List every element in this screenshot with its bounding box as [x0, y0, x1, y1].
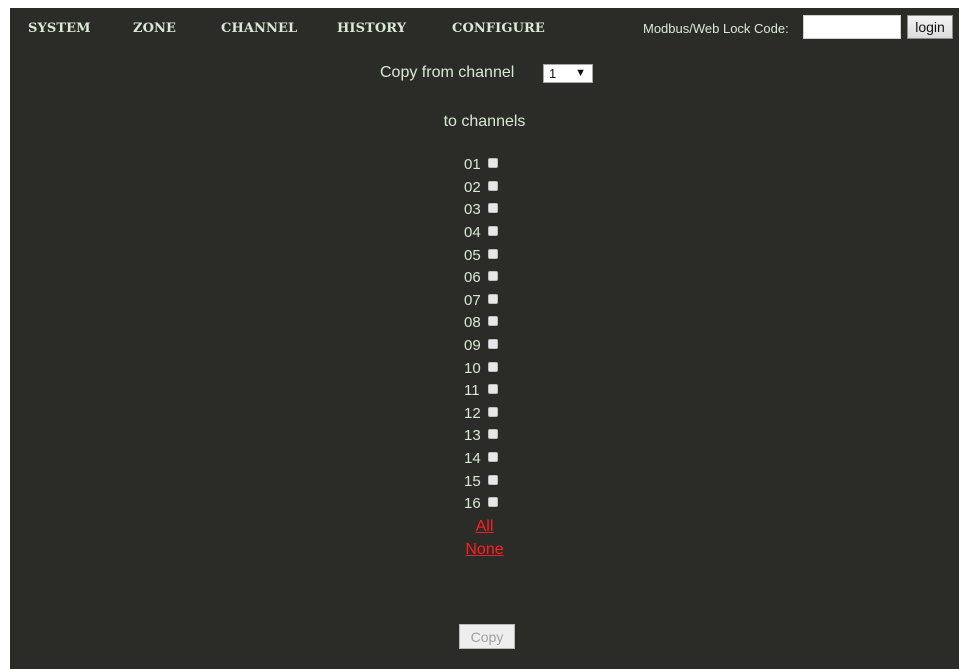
channel-row-12: 12 — [464, 403, 498, 426]
to-channels-label: to channels — [443, 113, 526, 130]
channel-number: 14 — [464, 450, 481, 468]
copy-button[interactable]: Copy — [459, 624, 515, 649]
channel-number: 02 — [464, 178, 481, 196]
channel-number: 04 — [464, 224, 481, 242]
nav-item-system[interactable]: SYSTEM — [28, 21, 91, 36]
channel-checkbox[interactable] — [488, 361, 498, 372]
channel-row-04: 04 — [464, 222, 498, 245]
channel-checkbox[interactable] — [488, 406, 498, 417]
copy-from-channel-select[interactable]: 1 ▼ — [543, 64, 593, 83]
channel-row-15: 15 — [464, 470, 498, 493]
channel-checkbox[interactable] — [488, 203, 498, 214]
channel-number: 07 — [464, 291, 481, 309]
channel-row-03: 03 — [464, 199, 498, 222]
channel-number: 16 — [464, 495, 481, 513]
channel-checkbox-list: 01 02 03 04 05 06 07 08 09 10 11 12 13 1… — [464, 154, 498, 516]
channel-checkbox[interactable] — [488, 226, 498, 237]
channel-number: 11 — [464, 382, 480, 400]
copy-from-label: Copy from channel — [380, 64, 515, 81]
channel-checkbox[interactable] — [488, 384, 498, 395]
channel-number: 06 — [464, 269, 481, 287]
channel-row-05: 05 — [464, 244, 498, 267]
channel-row-01: 01 — [464, 154, 498, 177]
channel-number: 13 — [464, 427, 481, 445]
channel-checkbox[interactable] — [488, 429, 498, 440]
channel-checkbox[interactable] — [488, 452, 498, 463]
top-navigation-bar: SYSTEM ZONE CHANNEL HISTORY CONFIGURE Mo… — [10, 8, 959, 50]
channel-number: 15 — [464, 472, 481, 490]
channel-checkbox[interactable] — [488, 293, 498, 304]
channel-number: 05 — [464, 246, 481, 264]
nav-item-channel[interactable]: CHANNEL — [221, 21, 297, 36]
channel-checkbox[interactable] — [488, 497, 498, 508]
channel-number: 08 — [464, 314, 481, 332]
lock-code-input[interactable] — [803, 15, 901, 39]
select-all-link[interactable]: All — [10, 518, 959, 536]
nav-item-history[interactable]: HISTORY — [337, 21, 406, 36]
login-button[interactable]: login — [907, 15, 953, 39]
channel-checkbox[interactable] — [488, 271, 498, 282]
dropdown-caret-icon: ▼ — [575, 67, 586, 79]
nav-item-zone[interactable]: ZONE — [133, 21, 176, 36]
channel-row-02: 02 — [464, 177, 498, 200]
channel-checkbox[interactable] — [488, 316, 498, 327]
lock-code-label: Modbus/Web Lock Code: — [643, 21, 789, 36]
channel-row-06: 06 — [464, 267, 498, 290]
nav-item-configure[interactable]: CONFIGURE — [452, 21, 545, 36]
channel-row-09: 09 — [464, 335, 498, 358]
channel-row-08: 08 — [464, 312, 498, 335]
selected-channel-value: 1 — [549, 66, 557, 81]
channel-checkbox[interactable] — [488, 180, 498, 191]
channel-number: 01 — [464, 156, 481, 174]
channel-checkbox[interactable] — [488, 474, 498, 485]
channel-checkbox[interactable] — [488, 248, 498, 259]
channel-checkbox[interactable] — [488, 158, 498, 169]
channel-checkbox[interactable] — [488, 339, 498, 350]
channel-row-14: 14 — [464, 448, 498, 471]
channel-row-10: 10 — [464, 357, 498, 380]
channel-number: 09 — [464, 337, 481, 355]
channel-number: 03 — [464, 201, 481, 219]
channel-row-13: 13 — [464, 425, 498, 448]
channel-row-16: 16 — [464, 493, 498, 516]
channel-row-11: 11 — [464, 380, 498, 403]
app-panel: SYSTEM ZONE CHANNEL HISTORY CONFIGURE Mo… — [10, 8, 959, 669]
select-none-link[interactable]: None — [10, 541, 959, 559]
channel-row-07: 07 — [464, 290, 498, 313]
channel-number: 10 — [464, 359, 481, 377]
channel-number: 12 — [464, 404, 481, 422]
